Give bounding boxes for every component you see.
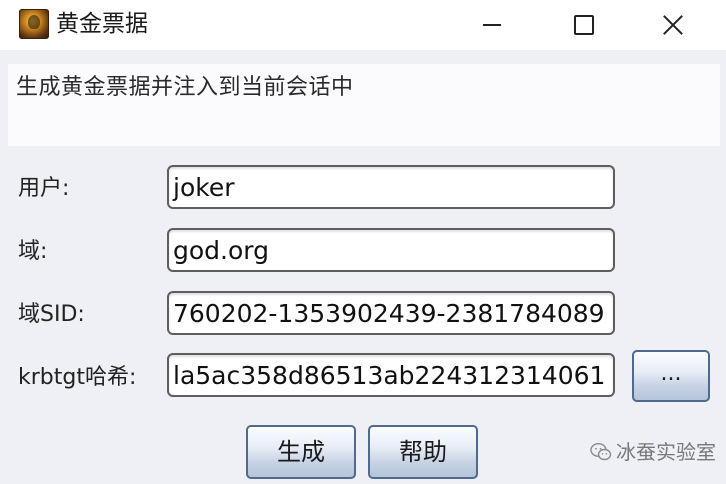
close-icon [661,13,685,37]
domain-sid-input-value: 760202-1353902439-2381784089 [173,299,605,328]
title-bar[interactable]: 黄金票据 [0,0,726,50]
user-input[interactable]: joker [167,165,615,209]
wechat-icon [590,442,612,461]
help-button[interactable]: 帮助 [368,425,478,479]
maximize-icon [574,15,594,35]
user-label: 用户: [18,176,70,201]
domain-input[interactable]: god.org [167,228,615,272]
minimize-icon [483,24,501,26]
golden-ticket-dialog: 黄金票据 生成黄金票据并注入到当前会话中 用户: joker 域: god.or… [0,0,726,484]
domain-sid-input[interactable]: 760202-1353902439-2381784089 [167,291,615,335]
app-icon [19,9,49,39]
krbtgt-hash-label: krbtgt哈希: [18,365,137,390]
description-text: 生成黄金票据并注入到当前会话中 [16,75,354,100]
description-panel: 生成黄金票据并注入到当前会话中 [8,64,720,146]
user-input-value: joker [173,173,235,202]
krbtgt-hash-input-value: la5ac358d86513ab224312314061 [173,361,606,390]
close-button[interactable] [628,0,716,50]
maximize-button[interactable] [538,0,626,50]
domain-label: 域: [18,239,48,264]
generate-button[interactable]: 生成 [246,425,356,479]
browse-button[interactable]: ... [632,350,710,402]
watermark-text: 冰蚕实验室 [616,440,716,464]
minimize-button[interactable] [448,0,536,50]
domain-input-value: god.org [173,236,269,265]
domain-sid-label: 域SID: [18,302,85,327]
window-title: 黄金票据 [56,11,148,37]
krbtgt-hash-input[interactable]: la5ac358d86513ab224312314061 [167,353,615,397]
